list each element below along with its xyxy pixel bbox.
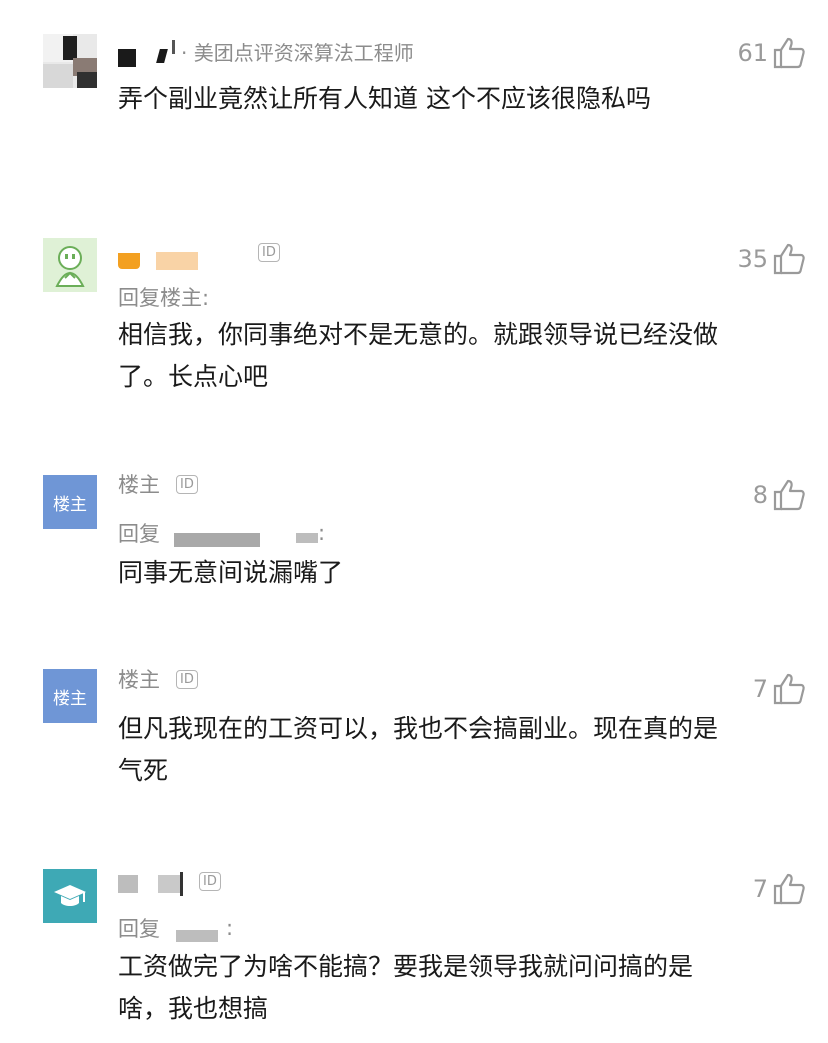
like-button[interactable]: 7 (753, 672, 806, 706)
username-redacted[interactable] (118, 875, 138, 893)
user-avatar[interactable] (43, 34, 97, 88)
like-button[interactable]: 35 (737, 242, 806, 276)
username-redacted[interactable] (118, 49, 136, 67)
id-badge-icon: ID (176, 474, 198, 494)
thumbs-up-icon (773, 37, 805, 69)
user-title: · 美团点评资深算法工程师 (181, 40, 414, 65)
thumbs-up-icon (773, 673, 805, 705)
id-badge-icon: ID (176, 669, 198, 689)
like-button[interactable]: 61 (737, 36, 806, 70)
comment-text: 工资做完了为啥不能搞？要我是领导我就问问搞的是啥，我也想搞 (118, 952, 694, 1023)
user-avatar[interactable] (43, 238, 97, 292)
op-avatar[interactable]: 楼主 (43, 669, 97, 723)
comment-header: · 美团点评资深算法工程师 (118, 34, 414, 68)
like-count: 7 (752, 675, 768, 703)
comment-text: 同事无意间说漏嘴了 (118, 558, 344, 587)
thumbs-up-icon (773, 873, 805, 905)
username[interactable]: 楼主 (118, 664, 160, 694)
comment-header: 楼主 ID (118, 662, 198, 696)
comment-header: 楼主 ID (118, 467, 198, 501)
comment-text: 弄个副业竟然让所有人知道 这个不应该很隐私吗 (118, 84, 651, 113)
comment-header: ID (118, 864, 221, 898)
like-count: 61 (737, 39, 768, 67)
like-count: 8 (752, 481, 768, 509)
reply-user-redacted (174, 533, 260, 547)
op-avatar[interactable]: 楼主 (43, 475, 97, 529)
robot-avatar-icon (55, 246, 85, 287)
reply-prefix: 回复 (118, 522, 160, 546)
like-button[interactable]: 7 (753, 872, 806, 906)
reply-prefix: 回复 (118, 917, 160, 941)
like-button[interactable]: 8 (753, 478, 806, 512)
comment-text: 但凡我现在的工资可以，我也不会搞副业。现在真的是气死 (118, 714, 719, 785)
reply-user-redacted (176, 930, 218, 942)
username[interactable]: 楼主 (118, 469, 160, 499)
id-badge-icon: ID (258, 242, 280, 262)
comment-text: 相信我，你同事绝对不是无意的。就跟领导说已经没做了。长点心吧 (118, 320, 719, 391)
like-count: 7 (752, 875, 768, 903)
reply-to[interactable]: 回复 : (118, 518, 325, 548)
comment-header: ID (118, 238, 280, 272)
thumbs-up-icon (773, 479, 805, 511)
graduation-cap-icon (54, 885, 86, 906)
user-avatar[interactable] (43, 869, 97, 923)
username-redacted[interactable] (118, 253, 140, 269)
reply-to[interactable]: 回复 : (118, 913, 233, 943)
thumbs-up-icon (773, 243, 805, 275)
like-count: 35 (737, 245, 768, 273)
reply-to[interactable]: 回复楼主: (118, 282, 209, 312)
id-badge-icon: ID (199, 871, 221, 891)
